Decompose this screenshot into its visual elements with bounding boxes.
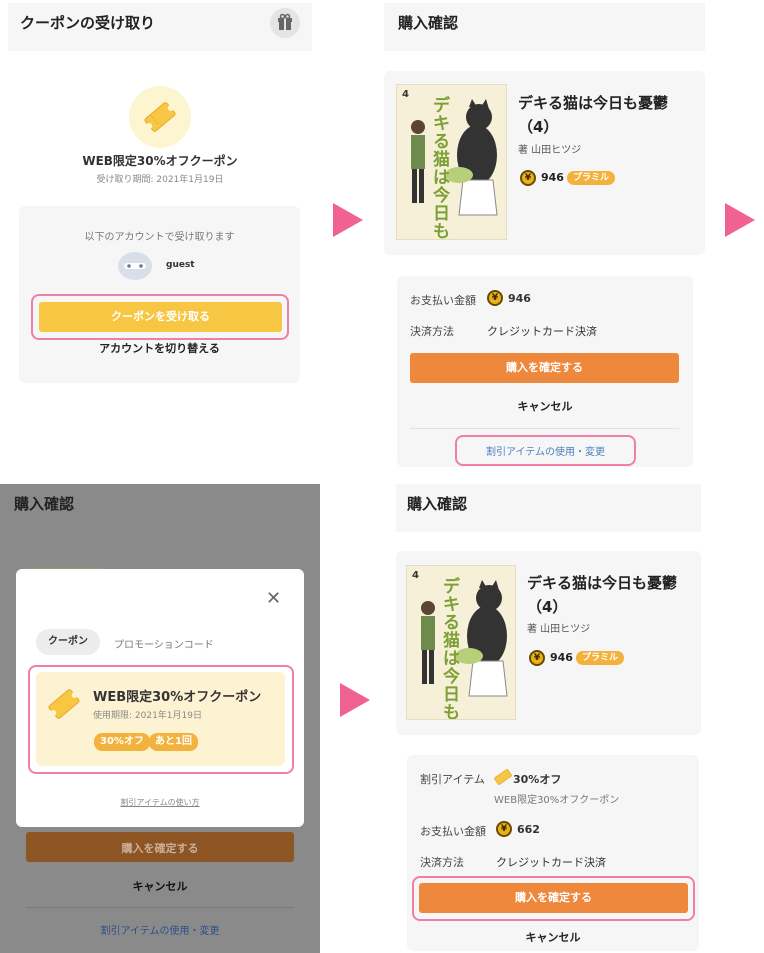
discount-label: 割引アイテム	[420, 773, 485, 786]
divider	[410, 428, 679, 429]
cover-title: デキる猫は今日も憂鬱	[443, 577, 460, 720]
book-volume: （4）	[518, 118, 559, 136]
book-author: 著 山田ヒツジ	[527, 624, 591, 635]
method-value: クレジットカード決済	[496, 856, 606, 869]
page-title: クーポンの受け取り	[20, 14, 156, 32]
coupon-name: WEB限定30%オフクーポン	[93, 690, 262, 705]
page-title: 購入確認	[407, 495, 468, 513]
pay-label: お支払い金額	[410, 294, 476, 307]
arrow-right-icon	[340, 683, 370, 717]
cover-title: デキる猫は今日も憂鬱	[433, 96, 450, 240]
avatar-icon	[124, 263, 146, 269]
discount-value: 30%オフ	[513, 773, 562, 786]
method-label: 決済方法	[410, 325, 454, 338]
book-price: 946	[541, 171, 564, 184]
cancel-link[interactable]: キャンセル	[397, 398, 693, 414]
book-price: 946	[550, 651, 573, 664]
pay-amount: 662	[517, 823, 540, 836]
coupon-period: 使用期限: 2021年1月19日	[93, 711, 202, 721]
divider	[26, 907, 294, 908]
plan-badge: プラミル	[567, 171, 616, 185]
avatar	[118, 252, 152, 280]
coin-icon: ¥	[520, 170, 536, 186]
account-prompt: 以下のアカウントで受け取ります	[84, 232, 235, 243]
ticket-icon-circle	[129, 86, 191, 148]
book-title: デキる猫は今日も憂鬱	[518, 94, 669, 112]
gift-icon	[278, 13, 292, 30]
cancel-link[interactable]: キャンセル	[407, 929, 699, 945]
book-author: 著 山田ヒツジ	[518, 145, 582, 156]
page-title: 購入確認	[14, 495, 75, 513]
coin-icon: ¥	[529, 650, 545, 666]
tab-coupon[interactable]: クーポン	[36, 629, 100, 655]
confirm-purchase-button[interactable]: 購入を確定する	[410, 353, 679, 383]
discount-item-link[interactable]: 割引アイテムの使用・変更	[455, 443, 636, 458]
discount-coupon-name: WEB限定30%オフクーポン	[494, 795, 620, 806]
close-icon[interactable]: ✕	[266, 588, 281, 609]
switch-account-link[interactable]: アカウントを切り替える	[19, 340, 300, 356]
book-title: デキる猫は今日も憂鬱	[527, 574, 678, 592]
ticket-icon	[48, 689, 80, 719]
remaining-badge: あと1回	[149, 733, 198, 751]
coin-icon: ¥	[496, 821, 512, 837]
howto-link[interactable]: 割引アイテムの使い方	[16, 797, 304, 808]
book-cover: 4 デキる猫は今日も憂鬱	[396, 84, 507, 240]
coin-icon: ¥	[487, 290, 503, 306]
plan-badge: プラミル	[576, 651, 625, 665]
ticket-icon	[494, 769, 512, 785]
page-title: 購入確認	[398, 14, 459, 32]
coupon-name: WEB限定30%オフクーポン	[82, 154, 238, 168]
discount-item-link[interactable]: 割引アイテムの使用・変更	[0, 922, 320, 937]
ticket-icon	[144, 102, 176, 132]
confirm-button-label: 購入を確定する	[121, 842, 199, 855]
arrow-right-icon	[725, 203, 755, 237]
pay-amount: 946	[508, 292, 531, 305]
confirm-purchase-button[interactable]: 購入を確定する	[419, 883, 688, 913]
receive-coupon-button[interactable]: クーポンを受け取る	[39, 302, 282, 332]
arrow-right-icon	[333, 203, 363, 237]
user-name: guest	[166, 260, 195, 270]
discount-badge: 30%オフ	[94, 733, 150, 751]
tab-promotion-code[interactable]: プロモーションコード	[114, 636, 214, 651]
method-label: 決済方法	[420, 856, 464, 869]
receive-period: 受け取り期間: 2021年1月19日	[96, 175, 224, 185]
pay-label: お支払い金額	[420, 825, 486, 838]
method-value: クレジットカード決済	[487, 325, 597, 338]
book-volume: （4）	[527, 598, 568, 616]
book-cover: 4 デキる猫は今日も憂鬱	[406, 565, 516, 720]
gift-button[interactable]	[270, 8, 300, 38]
cancel-link[interactable]: キャンセル	[0, 878, 320, 894]
